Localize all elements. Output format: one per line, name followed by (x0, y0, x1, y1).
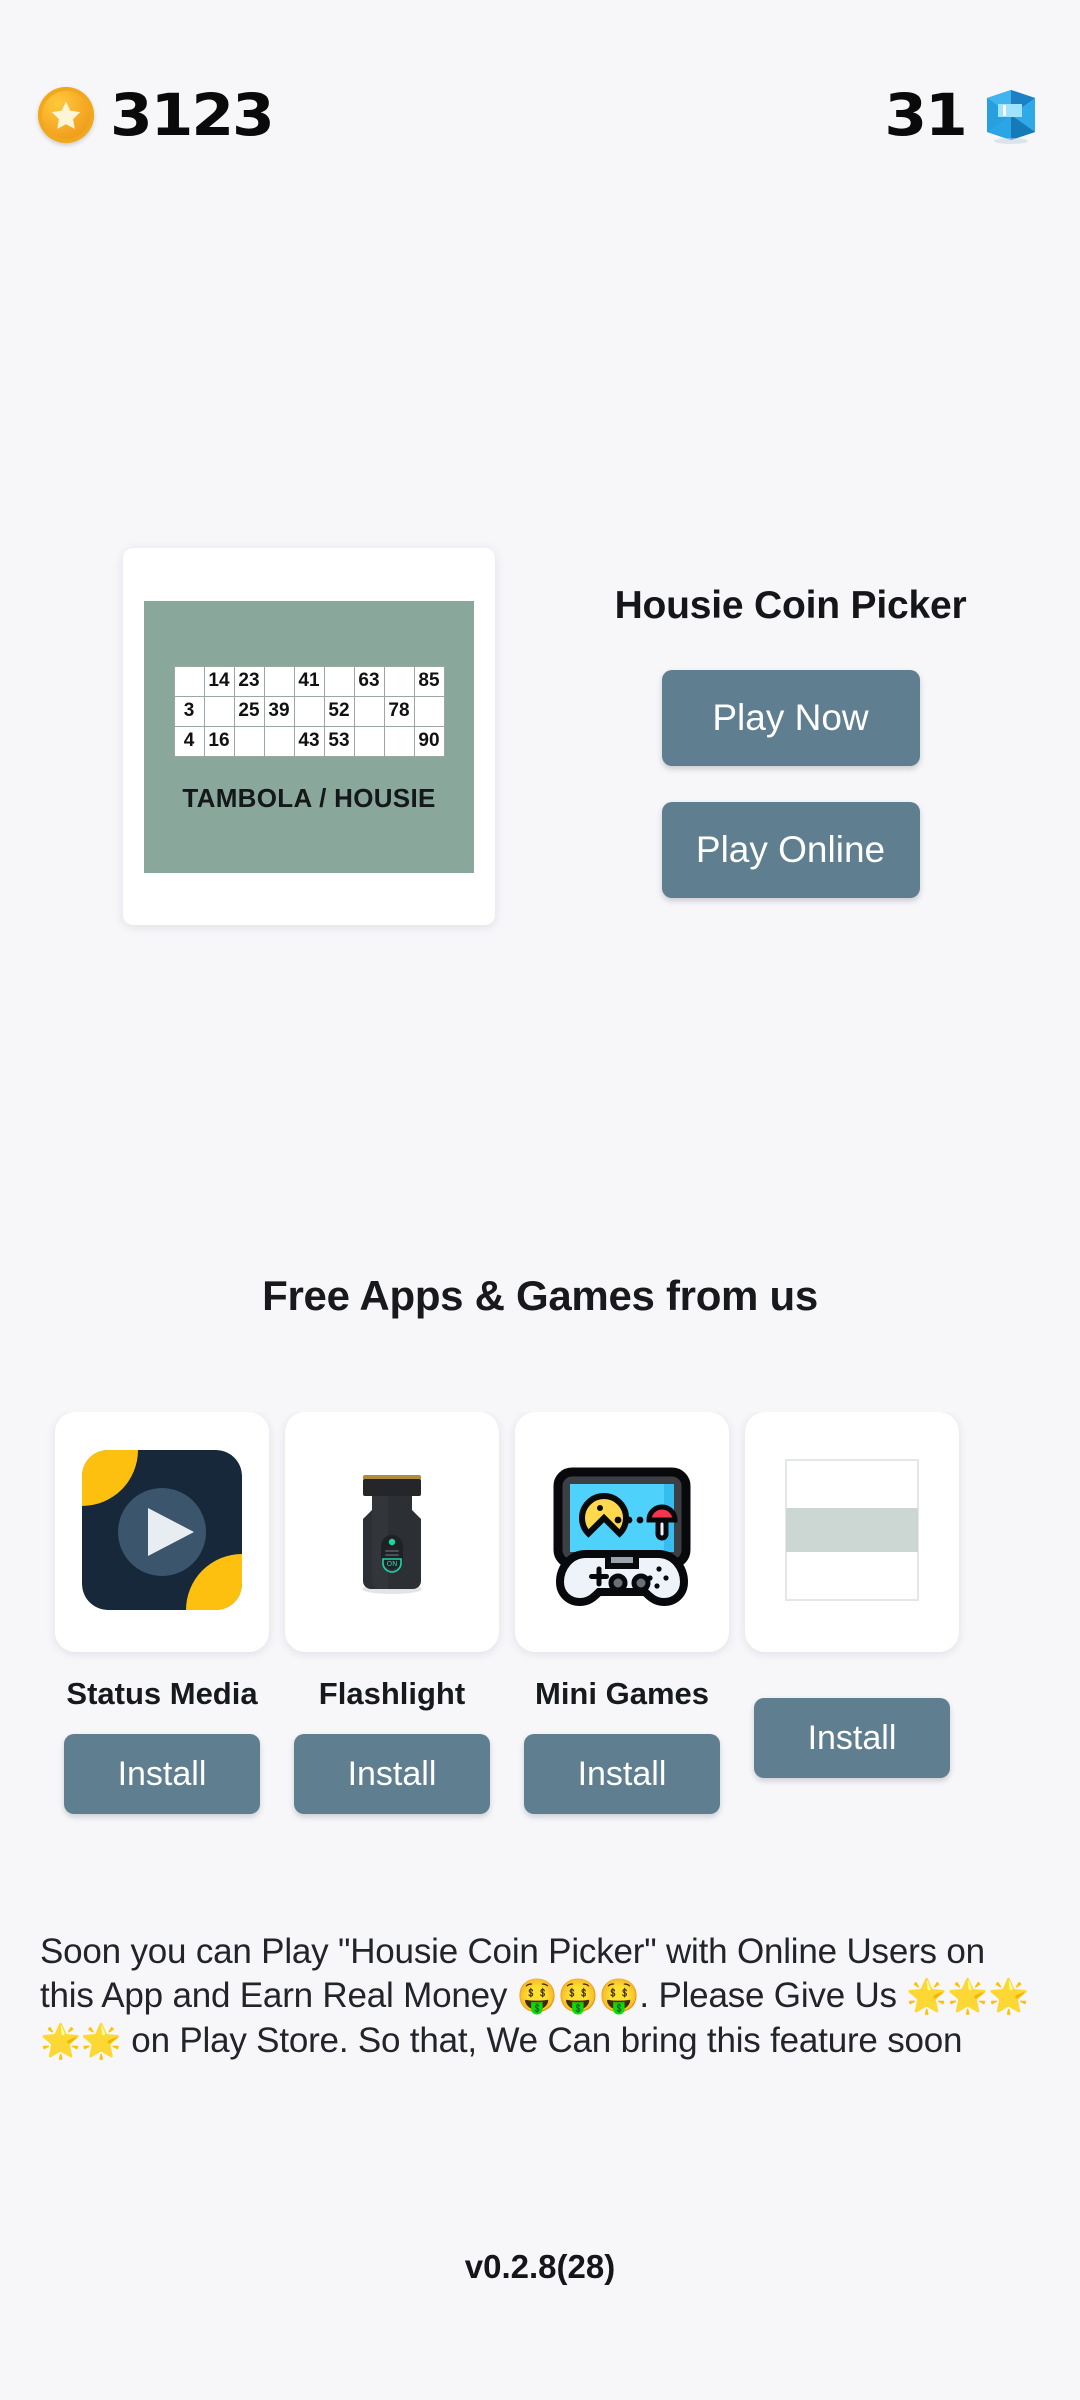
install-button[interactable]: Install (64, 1734, 260, 1814)
app-card-flashlight[interactable]: ON Flashlight Install (284, 1412, 500, 1814)
top-currency-bar: 3123 31 (0, 0, 1080, 230)
coin-balance[interactable]: 3123 (38, 86, 275, 144)
app-icon-container (515, 1412, 729, 1652)
tambola-cell-filled: 53 (323, 725, 355, 757)
tambola-number-grid: 14 23 41 63 85 3 25 39 52 78 4 16 43 53 90 (173, 665, 445, 757)
play-online-button[interactable]: Play Online (661, 802, 920, 898)
app-name: Mini Games (535, 1676, 709, 1711)
partial-app-icon (772, 1450, 932, 1615)
tambola-ticket: 14 23 41 63 85 3 25 39 52 78 4 16 43 53 90 TAMBOLA / H… (144, 600, 474, 873)
tambola-cell-filled: 41 (293, 665, 325, 697)
tambola-cell-empty (263, 725, 295, 757)
tambola-cell-empty (383, 665, 415, 697)
tambola-cell-filled: 63 (353, 665, 385, 697)
install-button[interactable]: Install (524, 1734, 720, 1814)
tambola-cell-empty (293, 695, 325, 727)
tambola-cell-empty (353, 725, 385, 757)
page-title: Housie Coin Picker (614, 584, 967, 627)
free-apps-list[interactable]: Status Media Install ON Flashlight Insta… (0, 1412, 1080, 1842)
tambola-cell-empty (173, 665, 205, 697)
app-card-mini-games[interactable]: Mini Games Install (514, 1412, 730, 1814)
tambola-cell-empty (413, 695, 445, 727)
money-mouth-emoji: 🤑🤑🤑 (516, 1976, 640, 2016)
tambola-cell-empty (353, 695, 385, 727)
app-version-label: v0.2.8(28) (464, 2248, 616, 2285)
app-icon-container (55, 1412, 269, 1652)
tambola-caption: TAMBOLA / HOUSIE (182, 782, 436, 813)
tambola-cell-filled: 78 (383, 695, 415, 727)
tambola-row: 14 23 41 63 85 (173, 665, 445, 697)
gem-balance-value: 31 (884, 81, 968, 149)
flashlight-icon: ON (312, 1450, 472, 1615)
tambola-cell-empty (263, 665, 295, 697)
app-screen: 3123 31 14 23 41 63 85 3 25 39 52 78 4 1… (0, 0, 1080, 2400)
app-icon-container (745, 1412, 959, 1652)
tambola-cell-filled: 23 (233, 665, 265, 697)
promo-line-2-b: . (639, 1976, 649, 2016)
tambola-cell-filled: 25 (233, 695, 265, 727)
app-name: Flashlight (318, 1676, 466, 1711)
tambola-cell-filled: 39 (263, 695, 295, 727)
tambola-row: 3 25 39 52 78 (173, 695, 445, 727)
play-now-button[interactable]: Play Now (661, 670, 920, 766)
tambola-cell-filled: 14 (203, 665, 235, 697)
tambola-cell-filled: 90 (413, 725, 445, 757)
hero-section: 14 23 41 63 85 3 25 39 52 78 4 16 43 53 90 TAMBOLA / H… (0, 548, 1080, 925)
status-media-icon (82, 1449, 242, 1615)
tambola-cell-filled: 3 (173, 695, 205, 727)
promo-line-3-b: on Play Store. So that, (121, 2020, 477, 2060)
tambola-cell-filled: 85 (413, 665, 445, 697)
svg-text:ON: ON (387, 1560, 398, 1568)
tambola-grid-body: 14 23 41 63 85 3 25 39 52 78 4 16 43 53 90 (173, 665, 445, 757)
tambola-cell-empty (323, 665, 355, 697)
app-name: Status Media (66, 1676, 258, 1711)
promo-line-1: Soon you can Play "Housie Coin Picker" w… (40, 1932, 837, 1971)
tambola-cell-empty (233, 725, 265, 757)
install-button[interactable]: Install (754, 1698, 950, 1778)
promo-line-3-a: Please Give Us (658, 1976, 907, 2016)
mini-games-icon (542, 1450, 702, 1615)
gem-balance[interactable]: 31 (885, 86, 1040, 144)
tambola-cell-filled: 4 (173, 725, 205, 757)
gold-coin-star-icon (38, 87, 94, 143)
app-icon-container: ON (285, 1412, 499, 1652)
promo-message: Soon you can Play "Housie Coin Picker" w… (40, 1930, 1040, 2063)
tambola-cell-filled: 43 (293, 725, 325, 757)
hero-actions: Housie Coin Picker Play Now Play Online (501, 548, 1080, 898)
promo-line-4: We Can bring this feature soon (486, 2020, 963, 2060)
app-card-partial[interactable]: Install (744, 1412, 960, 1778)
tambola-cell-empty (203, 695, 235, 727)
install-button[interactable]: Install (294, 1734, 490, 1814)
blue-diamond-icon (982, 86, 1040, 144)
tambola-row: 4 16 43 53 90 (173, 725, 445, 757)
tambola-cell-filled: 16 (203, 725, 235, 757)
tambola-cell-filled: 52 (323, 695, 355, 727)
free-apps-heading: Free Apps & Games from us (262, 1272, 818, 1319)
app-card-status-media[interactable]: Status Media Install (54, 1412, 270, 1814)
coin-balance-value: 3123 (110, 81, 275, 149)
housie-game-card[interactable]: 14 23 41 63 85 3 25 39 52 78 4 16 43 53 90 TAMBOLA / H… (123, 548, 495, 925)
tambola-cell-empty (383, 725, 415, 757)
